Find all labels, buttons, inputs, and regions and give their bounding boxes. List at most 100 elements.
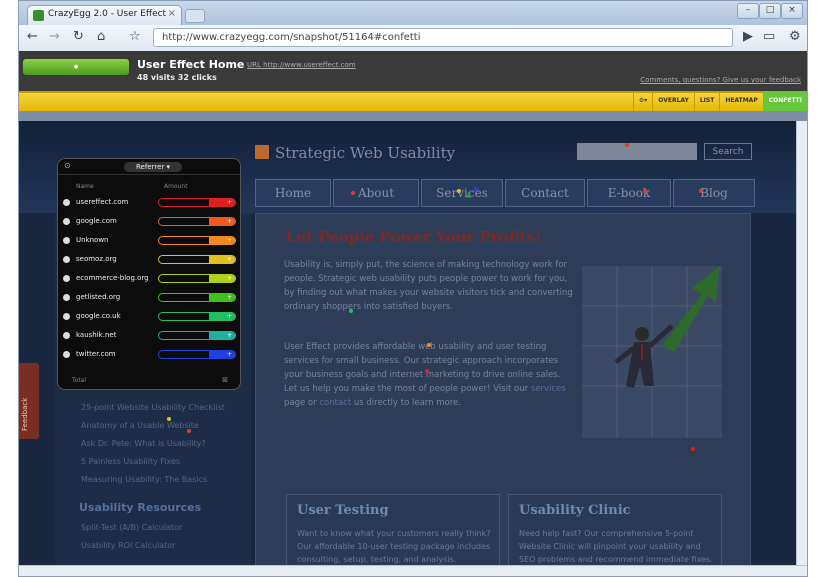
nav-blog[interactable]: Blog: [673, 179, 755, 207]
referrer-row[interactable]: ecommerce-blog.org +: [58, 271, 240, 289]
site-logo-icon: [255, 145, 269, 159]
referrer-amount-fill: +: [209, 218, 235, 225]
horizontal-scrollbar[interactable]: [19, 565, 807, 576]
panel-menu-icon[interactable]: ⊙: [64, 161, 71, 170]
sidebar-link[interactable]: Ask Dr. Pete: What is Usability?: [81, 439, 206, 448]
panel-close-icon[interactable]: ⊠: [222, 376, 228, 384]
contact-link[interactable]: contact: [319, 398, 351, 408]
play-icon[interactable]: ▶: [743, 29, 753, 44]
tool-confetti[interactable]: CONFETTI: [762, 91, 807, 111]
forward-icon[interactable]: →: [49, 29, 60, 44]
site-title: Strategic Web Usability: [275, 144, 456, 162]
tab-strip: CrazyEgg 2.0 - User Effect... × – □ ×: [19, 1, 807, 25]
panel-selector[interactable]: Referrer ▾: [124, 162, 182, 172]
confetti-dot: [467, 194, 471, 198]
services-paragraph: User Effect provides affordable web usab…: [284, 340, 574, 410]
confetti-dot: [167, 417, 171, 421]
panel-header: ⊙ Referrer ▾: [58, 159, 240, 175]
close-window-button[interactable]: ×: [781, 3, 803, 19]
referrer-row[interactable]: getlisted.org +: [58, 290, 240, 308]
settings-icon[interactable]: ⚙▾: [632, 91, 652, 111]
confetti-dot: [187, 429, 191, 433]
tool-heatmap[interactable]: HEATMAP: [719, 91, 762, 111]
snapshot-stats: 48 visits 32 clicks: [137, 73, 217, 82]
referrer-amount-fill: +: [209, 332, 235, 339]
referrer-name: google.co.uk: [76, 312, 121, 320]
referrer-amount-bar: +: [158, 274, 236, 283]
maximize-button[interactable]: □: [759, 3, 781, 19]
referrer-row[interactable]: google.co.uk +: [58, 309, 240, 327]
growth-arrow-graphic: [582, 266, 722, 438]
nav-home[interactable]: Home: [255, 179, 331, 207]
card-title: User Testing: [297, 503, 389, 518]
back-icon[interactable]: ←: [27, 29, 38, 44]
minimize-button[interactable]: –: [737, 3, 759, 19]
address-bar[interactable]: http://www.crazyegg.com/snapshot/51164#c…: [153, 28, 733, 47]
expand-icon: +: [226, 256, 232, 263]
expand-icon: +: [226, 218, 232, 225]
tab-title: CrazyEgg 2.0 - User Effect...: [48, 9, 166, 19]
confetti-dot: [457, 189, 461, 193]
site-nav: Home About Services Contact E-book Blog: [255, 179, 757, 207]
nav-contact[interactable]: Contact: [505, 179, 585, 207]
businessman-illustration: [582, 266, 722, 438]
referrer-row[interactable]: usereffect.com +: [58, 195, 240, 213]
vertical-scrollbar[interactable]: [796, 121, 807, 566]
col-amount-header: Amount: [164, 183, 188, 190]
close-tab-icon[interactable]: ×: [168, 8, 176, 19]
page-headline: Let People Power Your Profits!: [286, 228, 542, 246]
referrer-amount-fill: +: [209, 313, 235, 320]
new-tab-button[interactable]: [185, 9, 205, 23]
referrer-row[interactable]: kaushik.net +: [58, 328, 240, 346]
sidebar-link[interactable]: Anatomy of a Usable Website: [81, 421, 199, 430]
home-icon[interactable]: ⌂: [97, 29, 105, 44]
crazyegg-logo[interactable]: ●: [23, 59, 129, 75]
nav-services[interactable]: Services: [421, 179, 503, 207]
referrer-icon: [63, 313, 70, 320]
wrench-icon[interactable]: ⚙: [789, 29, 801, 44]
referrer-amount-fill: +: [209, 256, 235, 263]
sidebar-link[interactable]: 5 Painless Usability Fixes: [81, 457, 180, 466]
referrer-amount-bar: +: [158, 331, 236, 340]
confetti-dot: [474, 187, 478, 191]
page-menu-icon[interactable]: ▭: [763, 29, 775, 44]
feedback-tab[interactable]: Feedback: [19, 363, 39, 439]
site-search-button[interactable]: Search: [704, 143, 752, 160]
reload-icon[interactable]: ↻: [73, 29, 84, 44]
referrer-icon: [63, 275, 70, 282]
referrer-panel: ⊙ Referrer ▾ Name Amount usereffect.com +…: [57, 158, 241, 390]
referrer-row[interactable]: seomoz.org +: [58, 252, 240, 270]
expand-icon: +: [226, 237, 232, 244]
sidebar-link[interactable]: Measuring Usability: The Basics: [81, 475, 207, 484]
tool-overlay[interactable]: OVERLAY: [652, 91, 694, 111]
snapshot-title: User Effect Home: [137, 58, 245, 71]
referrer-amount-fill: +: [209, 237, 235, 244]
referrer-name: kaushik.net: [76, 331, 117, 339]
site-search-input[interactable]: [577, 143, 697, 160]
intro-paragraph: Usability is, simply put, the science of…: [284, 260, 573, 312]
confetti-dot: [625, 143, 629, 147]
referrer-row[interactable]: Unknown +: [58, 233, 240, 251]
services-link[interactable]: services: [531, 384, 566, 394]
nav-about[interactable]: About: [333, 179, 419, 207]
crazyegg-tools: ⚙▾ OVERLAY LIST HEATMAP CONFETTI: [632, 91, 807, 111]
card-title: Usability Clinic: [519, 503, 631, 518]
referrer-amount-fill: +: [209, 351, 235, 358]
sidebar-link[interactable]: Split-Test (A/B) Calculator: [81, 523, 182, 532]
referrer-icon: [63, 256, 70, 263]
feedback-link[interactable]: Comments, questions? Give us your feedba…: [640, 76, 801, 84]
services-text-end: us directly to learn more.: [353, 398, 461, 408]
sidebar-heading: Usability Resources: [79, 501, 202, 514]
star-icon[interactable]: ☆: [129, 29, 141, 44]
sidebar-link[interactable]: 25-point Website Usability Checklist: [81, 403, 225, 412]
tool-list[interactable]: LIST: [693, 91, 719, 111]
snapshot-url[interactable]: URL http://www.usereffect.com: [247, 61, 356, 69]
address-url: http://www.crazyegg.com/snapshot/51164#c…: [162, 32, 421, 43]
referrer-row[interactable]: google.com +: [58, 214, 240, 232]
browser-tab[interactable]: CrazyEgg 2.0 - User Effect... ×: [27, 5, 182, 25]
referrer-row[interactable]: twitter.com +: [58, 347, 240, 365]
confetti-dot: [699, 189, 703, 193]
sidebar-link[interactable]: Usability ROI Calculator: [81, 541, 175, 550]
referrer-amount-fill: +: [209, 275, 235, 282]
nav-ebook[interactable]: E-book: [587, 179, 671, 207]
